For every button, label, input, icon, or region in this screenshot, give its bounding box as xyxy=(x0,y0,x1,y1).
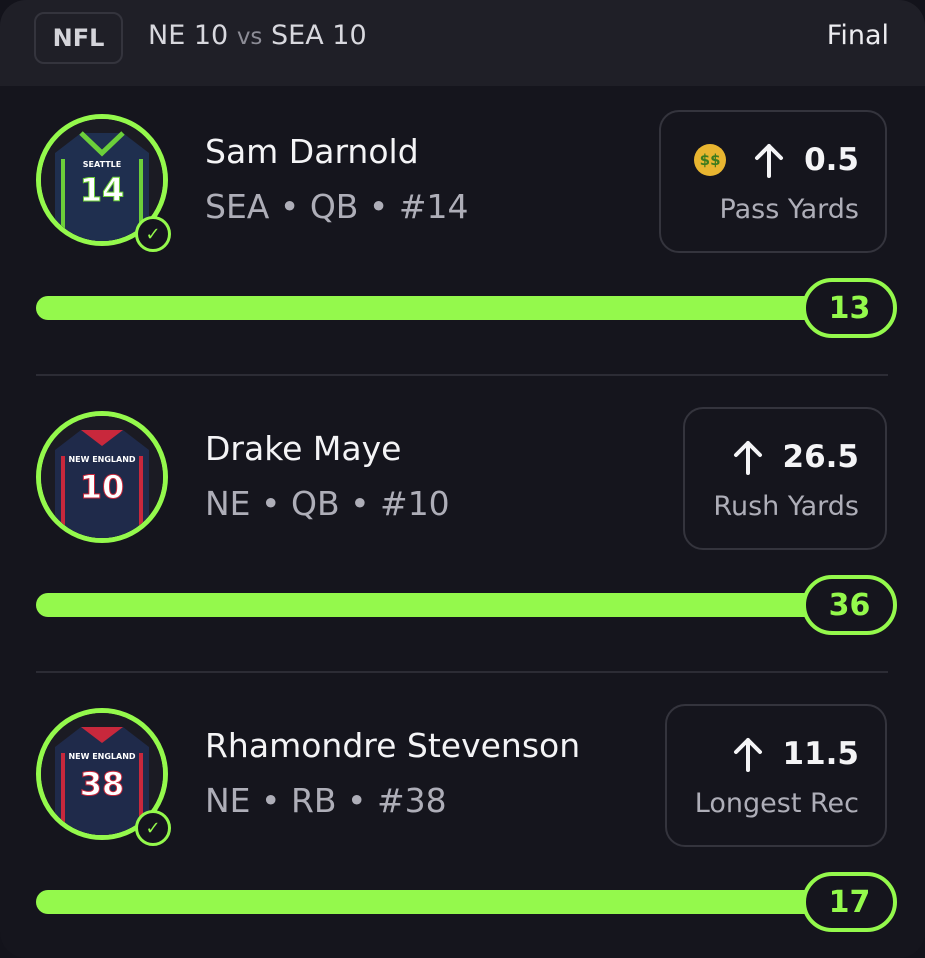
progress-bar xyxy=(36,593,876,617)
prop-line-box[interactable]: 26.5 Rush Yards xyxy=(683,407,887,550)
progress-bar-fill xyxy=(36,296,876,320)
progress-bar-fill xyxy=(36,593,876,617)
progress-bar xyxy=(36,296,876,320)
player-meta: NE • QB • #10 xyxy=(205,484,450,523)
player-meta: NE • RB • #38 xyxy=(205,781,447,820)
score-a: 10 xyxy=(193,20,229,51)
jersey-number: 14 xyxy=(80,171,125,209)
divider xyxy=(36,671,888,673)
game-status: Final xyxy=(826,20,889,51)
arrow-up-icon xyxy=(733,441,762,475)
check-icon: ✓ xyxy=(135,810,171,846)
money-face-icon: $$ xyxy=(694,144,727,176)
prop-line-box[interactable]: $$ 0.5 Pass Yards xyxy=(659,110,887,253)
player-row[interactable]: SEATTLE 14 ✓ Sam Darnold SEA • QB • #14 … xyxy=(0,100,925,380)
arrow-up-icon xyxy=(755,144,784,178)
jersey-number: 38 xyxy=(80,765,125,803)
check-icon: ✓ xyxy=(135,216,171,252)
actual-stat-pill: 13 xyxy=(802,278,897,338)
divider xyxy=(36,374,888,376)
player-meta: SEA • QB • #14 xyxy=(205,187,469,226)
jersey-icon: NEW ENGLAND 10 xyxy=(41,416,163,538)
actual-stat-pill: 17 xyxy=(802,872,897,932)
player-jersey-avatar: NEW ENGLAND 10 xyxy=(36,411,168,543)
player-name: Sam Darnold xyxy=(205,132,419,171)
team-b: SEA xyxy=(271,20,324,51)
vs-label: vs xyxy=(236,24,263,50)
player-name: Rhamondre Stevenson xyxy=(205,726,581,765)
prop-stat-label: Longest Rec xyxy=(694,788,859,819)
prop-line-value: 26.5 xyxy=(782,439,860,475)
player-row[interactable]: NEW ENGLAND 10 Drake Maye NE • QB • #10 … xyxy=(0,397,925,677)
progress-bar-fill xyxy=(36,890,876,914)
jersey-team-text: NEW ENGLAND xyxy=(68,752,135,761)
team-a: NE xyxy=(148,20,186,51)
player-props-card: NFL NE 10 vs SEA 10 Final SEATTLE 14 ✓ S… xyxy=(0,0,925,958)
prop-stat-label: Rush Yards xyxy=(713,491,859,522)
arrow-up-icon xyxy=(733,738,762,772)
progress-bar xyxy=(36,890,876,914)
game-header: NFL NE 10 vs SEA 10 Final xyxy=(0,0,925,86)
actual-stat-pill: 36 xyxy=(802,575,897,635)
player-name: Drake Maye xyxy=(205,429,402,468)
prop-line-box[interactable]: 11.5 Longest Rec xyxy=(665,704,887,847)
jersey-team-text: NEW ENGLAND xyxy=(68,455,135,464)
league-badge[interactable]: NFL xyxy=(34,12,123,64)
prop-line-value: 0.5 xyxy=(804,142,859,178)
game-score: NE 10 vs SEA 10 xyxy=(148,20,367,51)
prop-line-value: 11.5 xyxy=(782,736,860,772)
jersey-number: 10 xyxy=(80,468,125,506)
player-row[interactable]: NEW ENGLAND 38 ✓ Rhamondre Stevenson NE … xyxy=(0,694,925,958)
jersey-team-text: SEATTLE xyxy=(83,160,121,169)
prop-stat-label: Pass Yards xyxy=(719,194,859,225)
score-b: 10 xyxy=(332,20,367,51)
